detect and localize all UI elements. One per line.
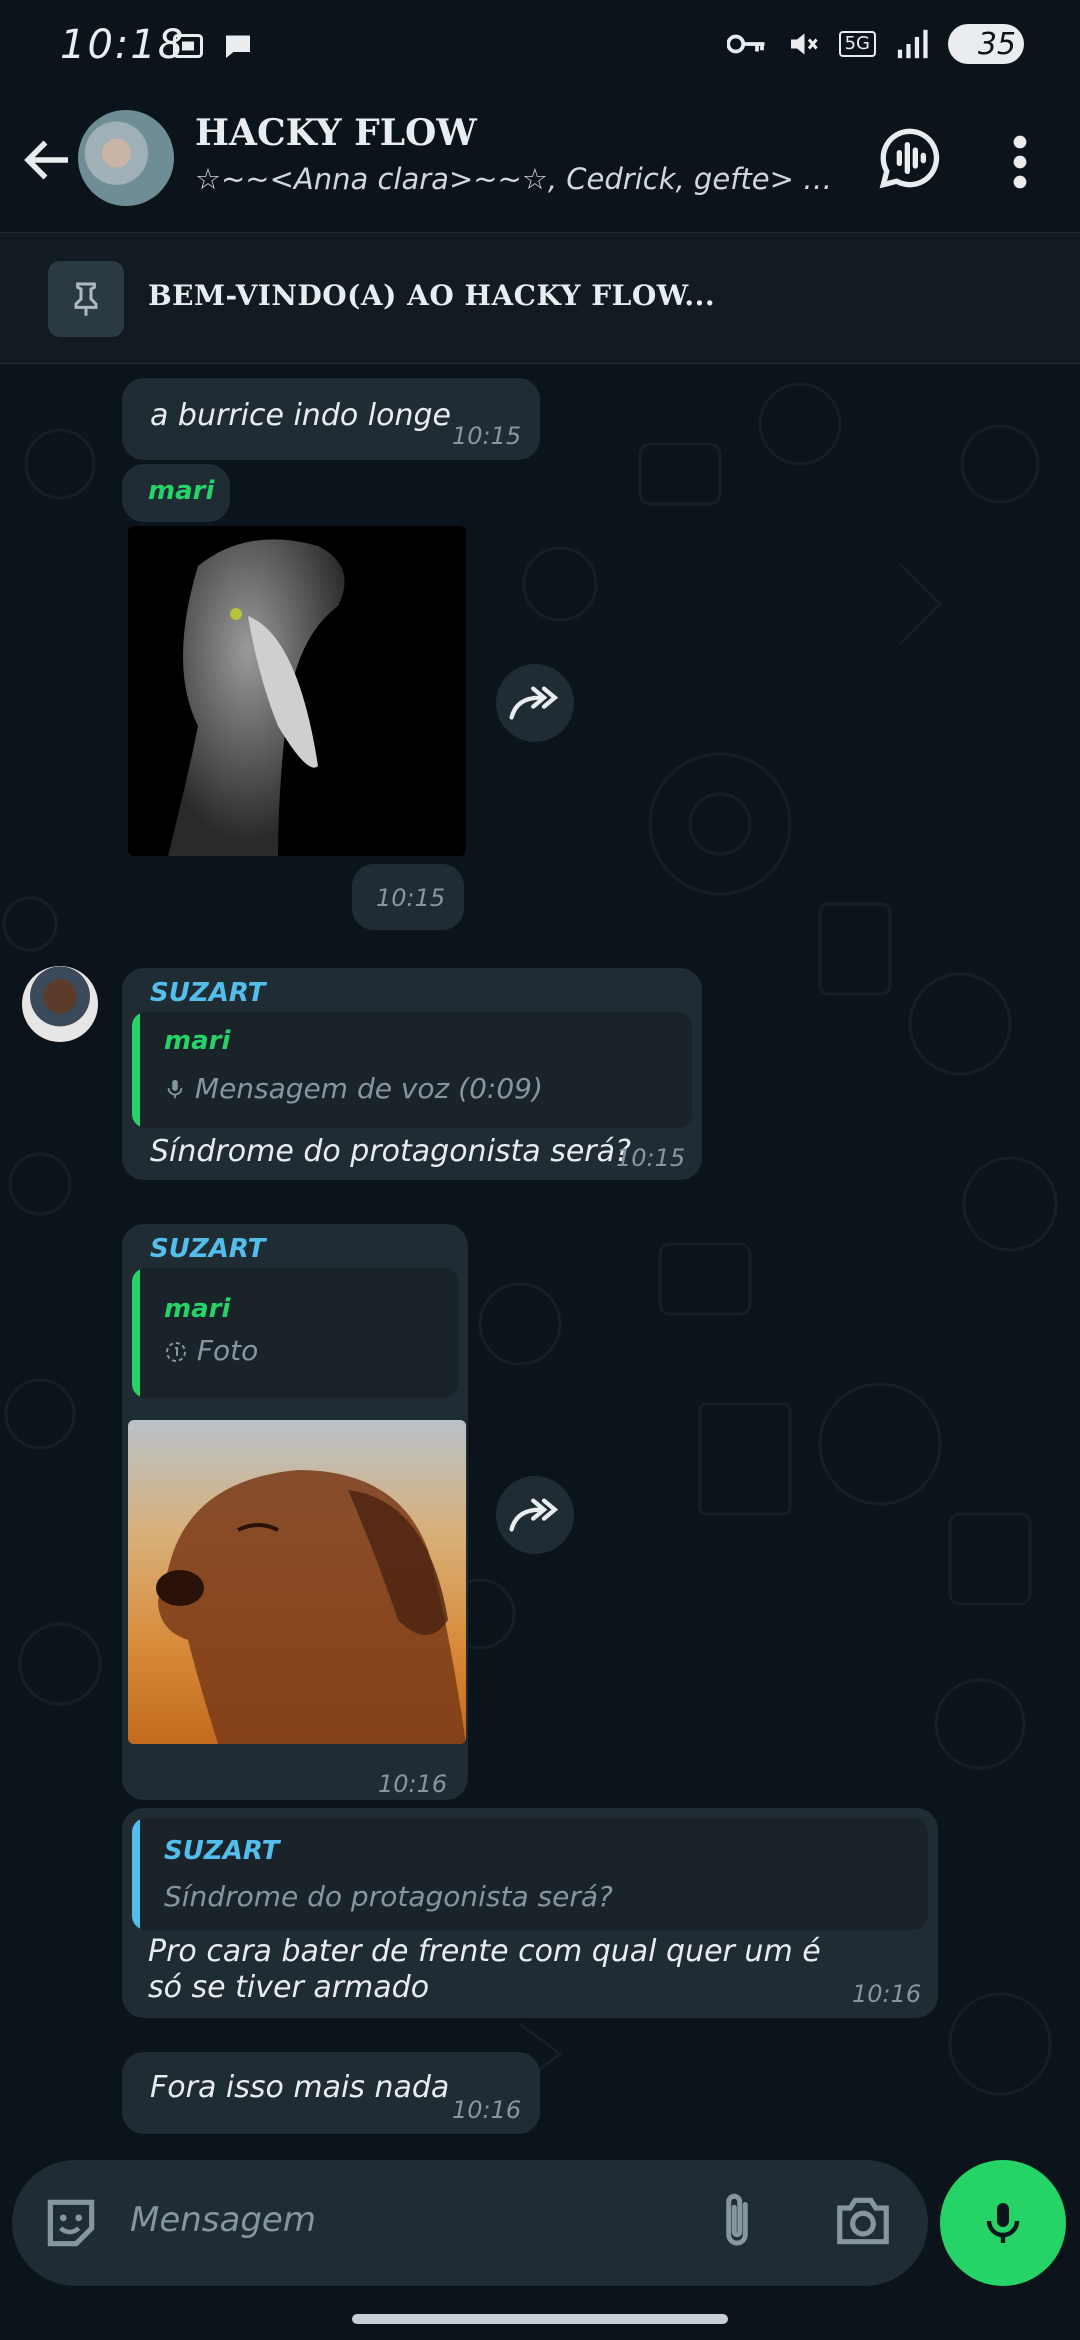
photo-view-once-icon <box>166 1342 186 1362</box>
message-text: a burrice indo longe <box>150 398 451 433</box>
message-bubble[interactable]: a burrice indo longe 10:15 <box>122 378 540 460</box>
sender-name: mari <box>148 476 215 506</box>
quote-bar <box>132 1268 140 1398</box>
more-icon[interactable] <box>1000 134 1040 190</box>
quoted-message[interactable]: mari Foto <box>132 1268 458 1398</box>
key-icon <box>726 34 765 54</box>
gesture-bar <box>352 2314 728 2324</box>
status-left-icons <box>170 28 256 64</box>
chat-bubble-icon <box>226 35 250 58</box>
forward-icon <box>509 686 559 720</box>
status-right-icons: 5G 35 <box>726 24 1024 64</box>
message-time: 10:15 <box>376 884 446 912</box>
mic-button[interactable] <box>940 2160 1066 2286</box>
bird-silhouette <box>168 539 345 856</box>
signal-icon <box>897 29 928 59</box>
image-bird[interactable] <box>128 526 466 856</box>
quote-bar <box>132 1012 140 1128</box>
pin-box <box>48 261 124 337</box>
message-time: 10:15 <box>616 1144 686 1172</box>
quote-text: Foto <box>164 1334 258 1367</box>
message-composer[interactable]: Mensagem <box>12 2160 928 2286</box>
sticker-icon[interactable] <box>40 2192 102 2254</box>
screenshot-icon <box>173 34 203 58</box>
sender-name: SUZART <box>150 978 266 1008</box>
message-bubble[interactable]: Fora isso mais nada 10:16 <box>122 2052 540 2134</box>
pinned-text: BEM-VINDO(A) AO HACKY FLOW... <box>148 279 716 312</box>
network-badge: 5G <box>838 31 876 57</box>
quote-text: Síndrome do protagonista será? <box>164 1880 613 1913</box>
message-time: 10:16 <box>378 1770 448 1798</box>
quote-text-label: Mensagem de voz (0:09) <box>194 1072 543 1105</box>
chat-area: a burrice indo longe 10:15 mari 10:15 SU… <box>0 364 1080 2144</box>
quote-text-label: Foto <box>196 1334 259 1367</box>
quote-bar <box>132 1818 140 1930</box>
attach-icon[interactable] <box>712 2188 762 2254</box>
group-title[interactable]: HACKY FLOW <box>195 112 477 154</box>
voice-chat-icon[interactable] <box>878 126 942 190</box>
message-text: Fora isso mais nada <box>150 2070 450 2105</box>
pinned-message-bar[interactable]: BEM-VINDO(A) AO HACKY FLOW... <box>0 233 1080 364</box>
quote-sender: SUZART <box>164 1836 280 1866</box>
mic-icon <box>986 2203 1020 2243</box>
forward-icon <box>509 1498 559 1532</box>
battery-level: 35 <box>977 26 1016 62</box>
mute-icon <box>790 33 818 55</box>
quoted-message[interactable]: SUZART Síndrome do protagonista será? <box>132 1818 928 1930</box>
message-input[interactable]: Mensagem <box>130 2200 316 2240</box>
chat-header: HACKY FLOW ☆~~<Anna clara>~~☆, Cedrick, … <box>0 100 1080 233</box>
battery-indicator: 35 <box>948 24 1024 64</box>
back-arrow-icon[interactable] <box>18 130 78 190</box>
camera-icon[interactable] <box>832 2192 894 2250</box>
forward-button[interactable] <box>496 1476 574 1554</box>
message-time: 10:15 <box>452 422 522 450</box>
status-time: 10:18 <box>60 22 186 68</box>
message-bubble[interactable]: SUZART mari Mensagem de voz (0:09) Síndr… <box>122 968 702 1180</box>
quote-sender: mari <box>164 1294 231 1324</box>
dog-silhouette <box>156 1470 466 1744</box>
group-members[interactable]: ☆~~<Anna clara>~~☆, Cedrick, gefte> n... <box>195 162 835 196</box>
sender-name: SUZART <box>150 1234 266 1264</box>
quote-sender: mari <box>164 1026 231 1056</box>
status-bar: 10:18 5G 35 <box>0 0 1080 100</box>
message-time: 10:16 <box>452 2096 522 2124</box>
time-chip: 10:15 <box>352 864 464 930</box>
message-text: Pro cara bater de frente com qual quer u… <box>148 1934 821 2005</box>
pin-icon <box>74 282 98 316</box>
message-time: 10:16 <box>852 1980 922 2008</box>
message-text: Síndrome do protagonista será? <box>150 1134 631 1169</box>
image-dog[interactable] <box>128 1420 466 1744</box>
message-bubble[interactable]: SUZART Síndrome do protagonista será? Pr… <box>122 1808 938 2018</box>
quote-text: Mensagem de voz (0:09) <box>164 1072 543 1105</box>
forward-button[interactable] <box>496 664 574 742</box>
group-avatar[interactable] <box>78 110 174 206</box>
sender-avatar[interactable] <box>22 966 98 1042</box>
sender-label-bubble: mari <box>122 464 230 522</box>
mic-icon <box>167 1079 183 1099</box>
quoted-message[interactable]: mari Mensagem de voz (0:09) <box>132 1012 692 1128</box>
